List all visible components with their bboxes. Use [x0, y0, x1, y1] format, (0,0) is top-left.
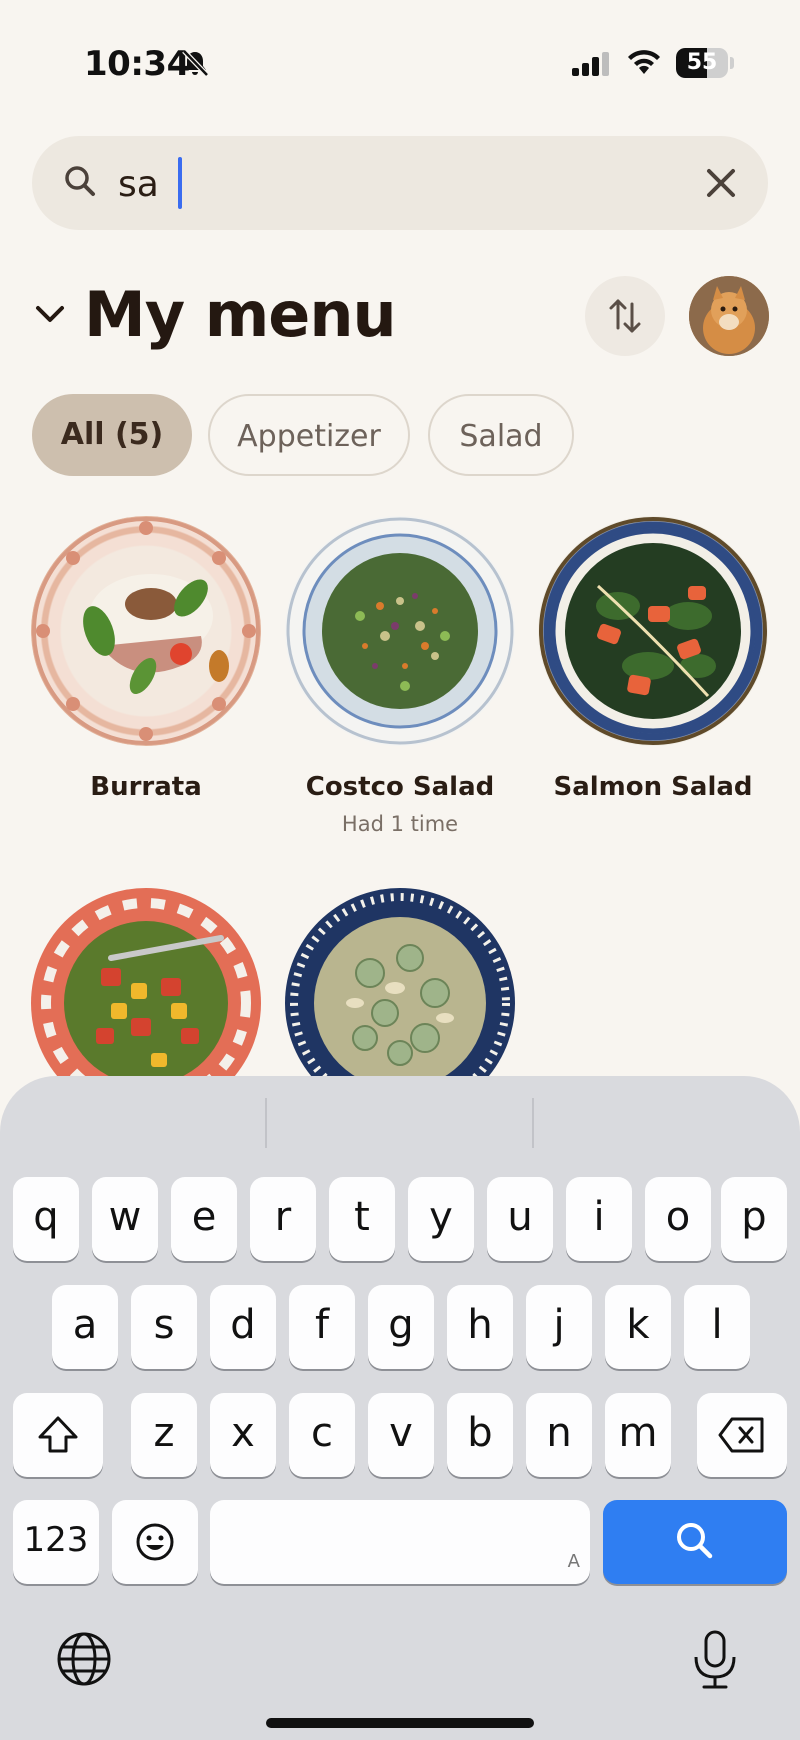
dish-name: Costco Salad	[305, 772, 495, 802]
clear-search-icon[interactable]	[700, 162, 742, 204]
wifi-icon	[628, 50, 660, 74]
globe-icon[interactable]	[56, 1631, 112, 1687]
sort-button[interactable]	[585, 276, 665, 356]
shift-key[interactable]	[13, 1393, 103, 1477]
space-input-hint: A	[567, 1551, 580, 1572]
key-i[interactable]: i	[566, 1177, 632, 1261]
filter-chip-appetizer[interactable]: Appetizer	[208, 394, 410, 476]
key-h[interactable]: h	[447, 1285, 513, 1369]
filter-chip-all[interactable]: All (5)	[32, 394, 192, 476]
key-t[interactable]: t	[329, 1177, 395, 1261]
space-bar[interactable]: A	[210, 1500, 590, 1584]
emoji-face-icon	[136, 1523, 174, 1561]
dish-photo	[31, 516, 261, 746]
key-c[interactable]: c	[289, 1393, 355, 1477]
dish-photo	[538, 516, 768, 746]
salmon-salad-plate-image	[539, 517, 767, 745]
key-q[interactable]: q	[13, 1177, 79, 1261]
key-b[interactable]: b	[447, 1393, 513, 1477]
shift-arrow-icon	[38, 1416, 78, 1453]
bell-slash-icon	[182, 49, 209, 77]
search-input[interactable]	[116, 156, 680, 212]
key-g[interactable]: g	[368, 1285, 434, 1369]
key-r[interactable]: r	[250, 1177, 316, 1261]
status-time: 10:34	[84, 44, 190, 84]
key-z[interactable]: z	[131, 1393, 197, 1477]
key-m[interactable]: m	[605, 1393, 671, 1477]
key-n[interactable]: n	[526, 1393, 592, 1477]
search-icon	[677, 1523, 713, 1559]
dish-card-burrata[interactable]: Burrata	[31, 516, 261, 802]
search-icon	[65, 166, 95, 196]
home-indicator	[266, 1718, 534, 1728]
page-title: My menu	[84, 278, 397, 351]
chevron-down-icon[interactable]	[32, 296, 68, 332]
microphone-icon[interactable]	[690, 1629, 740, 1691]
key-x[interactable]: x	[210, 1393, 276, 1477]
avatar[interactable]	[689, 276, 769, 356]
key-f[interactable]: f	[289, 1285, 355, 1369]
key-u[interactable]: u	[487, 1177, 553, 1261]
suggestion-divider	[532, 1098, 534, 1148]
sort-arrows-icon	[609, 299, 641, 333]
battery-nub	[730, 57, 734, 69]
dish-card-salmon-salad[interactable]: Salmon Salad	[538, 516, 768, 802]
key-s[interactable]: s	[131, 1285, 197, 1369]
dish-card-costco-salad[interactable]: Costco Salad Had 1 time	[285, 516, 515, 836]
filter-chip-salad[interactable]: Salad	[428, 394, 574, 476]
search-key[interactable]	[603, 1500, 787, 1584]
suggestion-divider	[265, 1098, 267, 1148]
numbers-key[interactable]: 123	[13, 1500, 99, 1584]
key-o[interactable]: o	[645, 1177, 711, 1261]
battery-level: 55	[686, 50, 718, 75]
costco-salad-plate-image	[286, 517, 514, 745]
dish-times-had: Had 1 time	[341, 812, 459, 836]
key-p[interactable]: p	[721, 1177, 787, 1261]
battery-icon: 55	[676, 48, 728, 78]
key-y[interactable]: y	[408, 1177, 474, 1261]
emoji-key[interactable]	[112, 1500, 198, 1584]
dish-name: Salmon Salad	[553, 772, 753, 802]
key-v[interactable]: v	[368, 1393, 434, 1477]
cat-avatar-image	[689, 276, 769, 356]
backspace-icon	[718, 1417, 764, 1453]
text-caret	[178, 157, 182, 209]
key-j[interactable]: j	[526, 1285, 592, 1369]
delete-key[interactable]	[697, 1393, 787, 1477]
key-d[interactable]: d	[210, 1285, 276, 1369]
status-bar: 10:34 55	[0, 0, 800, 120]
key-e[interactable]: e	[171, 1177, 237, 1261]
burrata-plate-image	[32, 517, 260, 745]
key-l[interactable]: l	[684, 1285, 750, 1369]
key-k[interactable]: k	[605, 1285, 671, 1369]
dish-photo	[285, 516, 515, 746]
search-bar[interactable]	[32, 136, 768, 230]
dish-name: Burrata	[90, 772, 202, 802]
key-w[interactable]: w	[92, 1177, 158, 1261]
on-screen-keyboard: q w e r t y u i o p a s d f g h j k l z …	[0, 1076, 800, 1740]
cellular-signal-icon	[572, 52, 609, 76]
key-a[interactable]: a	[52, 1285, 118, 1369]
